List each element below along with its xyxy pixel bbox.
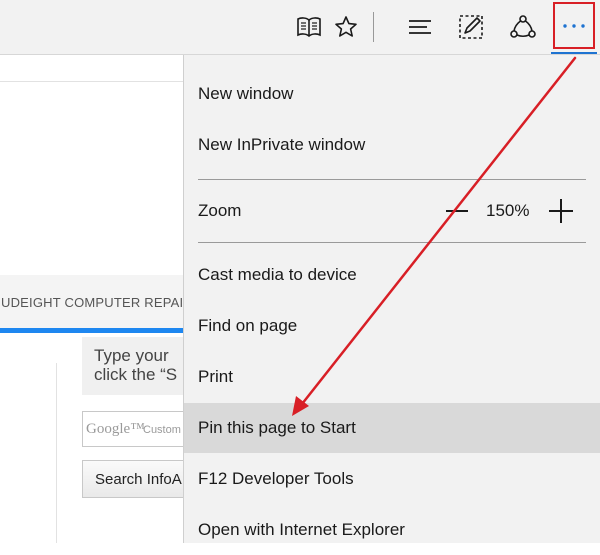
hub-button[interactable] (397, 0, 443, 54)
site-nav-link[interactable]: UDEIGHT COMPUTER REPAIR (1, 295, 193, 310)
toolbar-separator (373, 12, 374, 42)
menu-item-open-with-ie[interactable]: Open with Internet Explorer (184, 505, 600, 555)
menu-item-print[interactable]: Print (184, 352, 600, 402)
menu-item-label: Find on page (198, 316, 298, 335)
share-icon (510, 15, 536, 38)
menu-item-cast-media[interactable]: Cast media to device (184, 250, 600, 300)
search-prompt-line-2: click the “S (94, 365, 178, 384)
menu-item-label: New InPrivate window (198, 135, 366, 154)
content-divider (56, 363, 57, 543)
menu-item-label: New window (198, 84, 294, 103)
zoom-in-button[interactable] (548, 198, 574, 224)
google-logo: Google™ (86, 421, 145, 437)
pen-note-icon (459, 15, 483, 39)
menu-item-find-on-page[interactable]: Find on page (184, 301, 600, 351)
open-book-icon (297, 17, 321, 38)
browser-toolbar (0, 0, 600, 55)
zoom-label: Zoom (198, 201, 242, 220)
hub-lines-icon (409, 20, 431, 34)
search-infoa-button[interactable]: Search InfoA (82, 460, 183, 498)
menu-item-label: Print (198, 367, 233, 386)
menu-item-label: Pin this page to Start (198, 418, 356, 437)
favorites-button[interactable] (323, 0, 369, 54)
menu-item-label: F12 Developer Tools (198, 469, 354, 488)
zoom-value: 150% (486, 201, 530, 220)
share-button[interactable] (500, 0, 546, 54)
menu-item-label: Cast media to device (198, 265, 357, 284)
menu-item-f12-developer-tools[interactable]: F12 Developer Tools (184, 454, 600, 504)
ellipsis-icon (563, 24, 585, 28)
search-button-label: Search InfoA (95, 471, 182, 488)
menu-item-label: Open with Internet Explorer (198, 520, 405, 539)
menu-divider (198, 242, 586, 243)
search-prompt-box: Type your click the “S (82, 337, 183, 395)
search-prompt-text: Type your click the “S (94, 346, 177, 384)
star-icon (335, 16, 357, 37)
site-navigation-bar: UDEIGHT COMPUTER REPAIR (0, 275, 193, 333)
page-divider (0, 81, 183, 82)
menu-zoom-row: Zoom 150% (184, 186, 600, 236)
menu-item-pin-to-start[interactable]: Pin this page to Start (184, 403, 600, 453)
more-actions-menu: New window New InPrivate window Zoom 150… (183, 55, 600, 543)
google-custom-search-input[interactable]: Google™ Custom (82, 411, 183, 447)
more-actions-button[interactable] (551, 0, 597, 54)
search-prompt-line-1: Type your (94, 346, 169, 365)
web-note-button[interactable] (448, 0, 494, 54)
menu-item-new-window[interactable]: New window (184, 69, 600, 119)
site-nav-accent-bar (0, 328, 183, 333)
menu-item-new-inprivate-window[interactable]: New InPrivate window (184, 120, 600, 170)
zoom-out-button[interactable] (444, 198, 470, 224)
google-custom-label: Custom (143, 424, 181, 436)
menu-divider (198, 179, 586, 180)
